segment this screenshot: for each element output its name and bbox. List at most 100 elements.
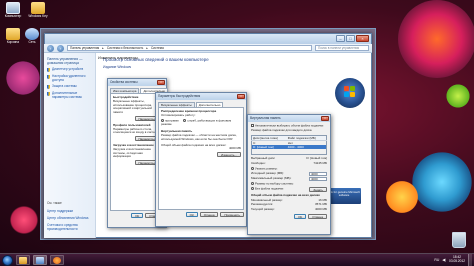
close-button[interactable]: × [157,80,165,85]
empty-row [252,149,287,155]
cancel-button[interactable]: Отмена [308,213,327,219]
search-input[interactable]: Поиск в панели управления [315,45,369,51]
no-paging-radio[interactable] [251,187,254,191]
ok-button[interactable]: ОК [294,213,307,219]
tab-strip: Визуальные эффекты Дополнительно [156,100,246,107]
wallpaper-orb-top-right [398,0,474,78]
system-managed-radio[interactable] [251,181,254,185]
maximize-button[interactable]: □ [346,35,355,42]
shield-icon [47,75,50,79]
desktop-icon-windows-key[interactable]: Windows Key [26,2,50,19]
virtual-memory-dialog: Виртуальная память × Автоматически выбир… [247,114,331,235]
taskbar-item-explorer[interactable] [16,255,30,265]
explorer-icon [19,257,27,264]
custom-size-radio[interactable] [251,166,254,170]
wallpaper-orb-orange [380,175,424,219]
folder-icon [6,28,20,40]
set-button[interactable]: Задать [309,186,327,192]
desktop-icon-label: Компьютер [4,14,22,18]
wallpaper-orb-green [442,80,474,112]
recycle-bin-icon[interactable] [452,232,466,248]
radio-label: Размер по выбору системы [255,181,294,186]
close-button[interactable]: × [237,94,245,99]
change-vm-button[interactable]: Изменить... [216,152,241,158]
desktop-icon-label: Windows Key [28,14,48,18]
address-bar: ‹ › Панель управления ▸ Система и безопа… [44,44,372,53]
table-caption: Размер файла подкачки для каждого диска [251,128,312,133]
breadcrumb[interactable]: Панель управления ▸ Система и безопаснос… [67,45,312,51]
system-protection-link[interactable]: Защита системы [47,84,92,90]
taskbar-item-control-panel[interactable] [33,255,47,265]
clock[interactable]: 18:42 03.05.2012 [449,256,465,263]
wallpaper-orb-red [4,200,44,240]
shield-icon [47,68,50,72]
breadcrumb-item[interactable]: Система [151,46,164,50]
language-indicator[interactable]: RU [434,258,439,262]
edition-heading: Издание Windows [103,65,132,69]
tab-computer-name[interactable]: Имя компьютера [110,88,140,93]
initial-size-input[interactable]: 4000 [309,171,327,176]
desktop-icon-label: Сеть [28,40,36,44]
section-text: Визуальные эффекты, использование процес… [113,98,152,114]
minimize-button[interactable]: – [336,35,345,42]
free-space-value: 74245 МБ [313,161,327,166]
dialog-title[interactable]: Виртуальная память × [248,115,330,122]
dialog-title[interactable]: Параметры быстродействия × [156,93,246,100]
dialog-title-text: Свойства системы [110,80,138,84]
clock-date: 03.05.2012 [449,259,465,263]
page-title: Просмотр основных сведений о вашем компь… [103,57,209,62]
link-label: Дополнительные параметры системы [52,91,82,100]
auto-manage-checkbox[interactable] [251,124,254,127]
change-settings-link[interactable]: Изменить параметры [98,55,138,60]
show-desktop-button[interactable] [468,253,472,266]
genuine-badge[interactable]: Ask for genuine Microsoft software [327,188,361,204]
max-size-input[interactable]: 4000 [309,176,327,181]
chevron-right-icon: ▸ [102,46,104,50]
dialog-title-text: Виртуальная память [250,116,281,120]
cancel-button[interactable]: Отмена [199,212,219,217]
performance-tools-link[interactable]: Счетчики и средства производительности [47,223,95,231]
left-navigation-pane: Панель управления — домашняя страница Ди… [44,53,96,238]
dialog-title[interactable]: Свойства системы × [108,79,166,86]
desktop-icon-computer[interactable]: Компьютер [1,2,25,19]
device-manager-link[interactable]: Диспетчер устройств [47,67,92,72]
apply-button[interactable]: Применить [220,212,244,217]
start-button[interactable] [2,254,13,266]
media-player-icon [53,257,61,264]
windows-update-link[interactable]: Центр обновления Windows [47,216,88,220]
desktop-icon-label: Корзина [6,40,20,44]
tab-advanced[interactable]: Дополнительно [195,102,224,107]
advanced-settings-link[interactable]: Дополнительные параметры системы [47,91,92,100]
link-label: Защита системы [52,84,77,89]
performance-options-dialog: Параметры быстродействия × Визуальные эф… [155,92,247,227]
vm-text: Размер файла подкачки — области на жестк… [161,133,237,141]
control-panel-home-link[interactable]: Панель управления — домашняя страница [47,57,92,65]
see-also-heading: См. также [47,201,62,205]
radio-label: Без файла подкачки [255,186,284,191]
radio-label: Указать размер: [255,166,278,171]
taskbar-item-media-player[interactable] [50,255,64,265]
breadcrumb-item[interactable]: Система и безопасность [107,46,143,50]
forward-arrow-icon[interactable]: › [57,44,64,52]
dialog-title-text: Параметры быстродействия [158,94,201,98]
current-size-value: 4000 МБ [315,207,327,212]
tab-visual-effects[interactable]: Визуальные эффекты [158,102,195,107]
empty-row [287,149,327,155]
ok-button[interactable]: ОК [131,213,144,218]
ok-button[interactable]: ОК [185,212,198,217]
services-radio[interactable] [183,118,187,122]
tab-panel: Распределение времени процессора Оптимиз… [158,107,244,210]
computer-icon [6,2,20,14]
volume-icon[interactable]: ◀) [442,258,446,262]
folder-icon [31,2,45,14]
control-panel-icon [36,257,44,264]
breadcrumb-item[interactable]: Панель управления [70,46,99,50]
action-center-link[interactable]: Центр поддержки [47,209,73,213]
network-icon [25,28,39,40]
close-button[interactable]: × [356,35,369,42]
remote-settings-link[interactable]: Настройка удаленного доступа [47,74,92,82]
back-arrow-icon[interactable]: ‹ [47,44,54,52]
close-button[interactable]: × [321,116,329,121]
drive-table: Диск [метка тома] Файл подкачки (МБ) C: … [251,134,327,156]
section-text: Параметры рабочего стола, относящиеся ко… [113,126,159,135]
